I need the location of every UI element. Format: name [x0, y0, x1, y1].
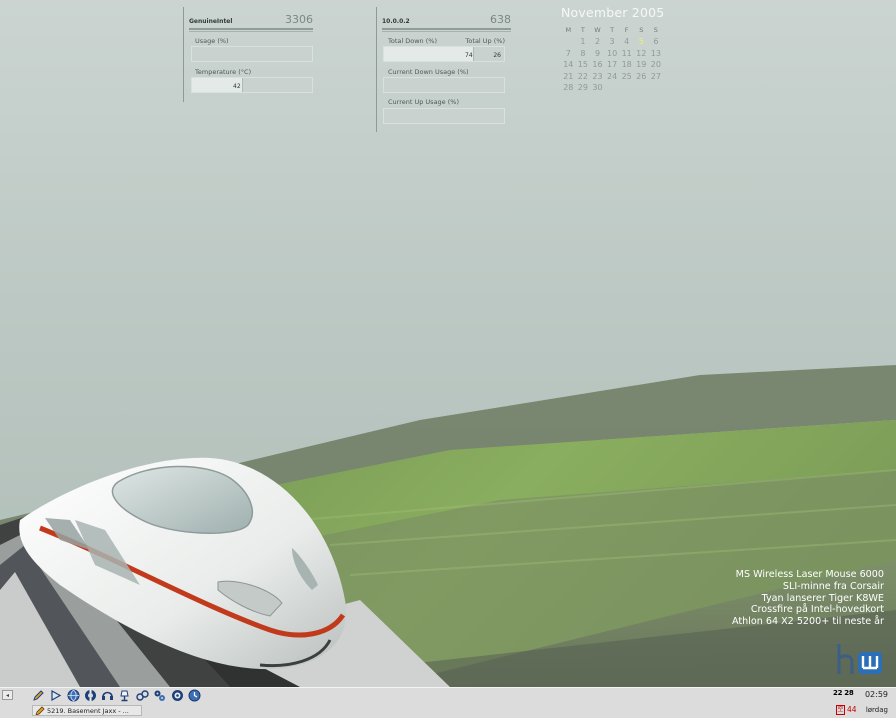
calendar-grid: M T W T F S S 1 2 3 4 5 6 7 8 9 10 11 12 13 14 15 16 17 18 19 20 21…	[561, 25, 665, 93]
calendar-widget: November 2005 M T W T F S S 1 2 3 4 5 6 7 8 9 10 11 12 13 14…	[561, 5, 665, 93]
total-up-value: 26	[493, 52, 501, 59]
calendar-day-today[interactable]: 5	[634, 36, 649, 47]
calendar-day[interactable]: 1	[576, 36, 591, 47]
panel-launcher-row: ◂ 22 28 02:59	[0, 688, 896, 703]
network-icon[interactable]	[136, 689, 149, 702]
calendar-day[interactable]: 28	[561, 82, 576, 93]
news-item[interactable]: MS Wireless Laser Mouse 6000	[732, 569, 884, 581]
calendar-day[interactable]: 13	[649, 48, 664, 59]
lifebuoy-icon[interactable]	[84, 689, 97, 702]
calendar-day[interactable]: 30	[590, 82, 605, 93]
total-down-label: Total Down (%)	[388, 37, 437, 45]
calendar-weekday-header: M	[565, 26, 572, 34]
news-item[interactable]: SLI-minne fra Corsair	[732, 581, 884, 593]
panel-collapse-button[interactable]: ◂	[2, 690, 13, 700]
cpu-temp-value: 42	[233, 83, 241, 90]
gears-icon[interactable]	[153, 689, 166, 702]
headset-icon[interactable]	[101, 689, 114, 702]
news-headlines: MS Wireless Laser Mouse 6000 SLI-minne f…	[732, 569, 884, 628]
calendar-day[interactable]: 9	[590, 48, 605, 59]
calendar-day[interactable]: 21	[561, 71, 576, 82]
calendar-day[interactable]: 26	[634, 71, 649, 82]
calendar-day[interactable]: 14	[561, 59, 576, 70]
calendar-day[interactable]: 18	[619, 59, 634, 70]
calendar-day[interactable]: 6	[649, 36, 664, 47]
calendar-weekday-header: S	[653, 26, 658, 34]
total-down-value: 74	[465, 52, 473, 59]
system-temperature-readout: 44	[847, 705, 857, 714]
calendar-day[interactable]: 8	[576, 48, 591, 59]
current-up-label: Current Up Usage (%)	[388, 98, 459, 106]
play-icon[interactable]	[49, 689, 62, 702]
current-down-bar	[383, 77, 505, 93]
calendar-weekday-header: T	[580, 26, 585, 34]
cpu-temp-bar: 42	[191, 77, 313, 93]
cpu-usage-bar	[191, 46, 313, 62]
clock-time[interactable]: 02:59	[865, 690, 888, 699]
total-down-fill	[384, 47, 474, 61]
news-item[interactable]: Crossfire på Intel-hovedkort	[732, 604, 884, 616]
calendar-day[interactable]: 4	[619, 36, 634, 47]
taskbar-panel: ◂ 22 28 02:59 5219. Basement Jaxx - ... …	[0, 687, 896, 718]
taskbar-window-item[interactable]: 5219. Basement Jaxx - ...	[32, 705, 142, 716]
globe-icon[interactable]	[67, 689, 80, 702]
cpu-temp-label: Temperature (°C)	[195, 68, 252, 76]
total-traffic-bar: 74 26	[383, 46, 505, 62]
desktop-wallpaper: GenuineIntel 3306 Usage (%) Temperature …	[0, 0, 896, 687]
lamp-icon[interactable]	[118, 689, 131, 702]
calendar-day[interactable]: 23	[590, 71, 605, 82]
total-up-label: Total Up (%)	[465, 37, 505, 45]
calendar-day[interactable]: 25	[619, 71, 634, 82]
cpu-usage-label: Usage (%)	[195, 37, 229, 45]
pencil-icon[interactable]	[32, 689, 45, 702]
calendar-day[interactable]: 7	[561, 48, 576, 59]
network-monitor-widget: 10.0.0.2 638 Total Down (%) Total Up (%)…	[376, 7, 511, 132]
input-method-tray-icon[interactable]: 空	[836, 705, 845, 715]
cpu-monitor-widget: GenuineIntel 3306 Usage (%) Temperature …	[183, 7, 313, 102]
calendar-weekday-header: T	[610, 26, 615, 34]
current-down-label: Current Down Usage (%)	[388, 68, 469, 76]
calendar-day[interactable]: 11	[619, 48, 634, 59]
calendar-day[interactable]: 2	[590, 36, 605, 47]
calendar-day[interactable]: 27	[649, 71, 664, 82]
calendar-day[interactable]: 20	[649, 59, 664, 70]
calendar-day[interactable]: 16	[590, 59, 605, 70]
calendar-blank-cell	[561, 36, 576, 47]
calendar-weekday-header: W	[594, 26, 601, 34]
calendar-day[interactable]: 12	[634, 48, 649, 59]
calendar-day[interactable]: 17	[605, 59, 620, 70]
network-throughput: 638	[490, 13, 511, 26]
network-address: 10.0.0.2	[382, 18, 410, 25]
hardware-logo-icon	[837, 644, 882, 674]
calendar-day[interactable]: 19	[634, 59, 649, 70]
calendar-day[interactable]: 24	[605, 71, 620, 82]
system-memory-readout: 22 28	[833, 689, 854, 697]
calendar-weekday-header: F	[624, 26, 629, 34]
panel-task-row: 5219. Basement Jaxx - ... 空 44 lørdag	[0, 704, 896, 718]
cpu-name: GenuineIntel	[189, 18, 233, 25]
current-up-bar	[383, 108, 505, 124]
news-item[interactable]: Athlon 64 X2 5200+ til neste år	[732, 616, 884, 628]
calendar-day[interactable]: 22	[576, 71, 591, 82]
clock-weekday: lørdag	[865, 706, 888, 714]
calendar-day[interactable]: 15	[576, 59, 591, 70]
cpu-frequency: 3306	[285, 13, 313, 26]
news-item[interactable]: Tyan lanserer Tiger K8WE	[732, 593, 884, 605]
media-player-icon	[35, 706, 45, 715]
calendar-month-title: November 2005	[561, 5, 665, 20]
taskbar-window-title: 5219. Basement Jaxx - ...	[47, 707, 129, 715]
clock-icon[interactable]	[188, 689, 201, 702]
calendar-day[interactable]: 29	[576, 82, 591, 93]
chat-icon[interactable]	[171, 689, 184, 702]
calendar-weekday-header: S	[639, 26, 644, 34]
calendar-day[interactable]: 3	[605, 36, 620, 47]
calendar-day[interactable]: 10	[605, 48, 620, 59]
